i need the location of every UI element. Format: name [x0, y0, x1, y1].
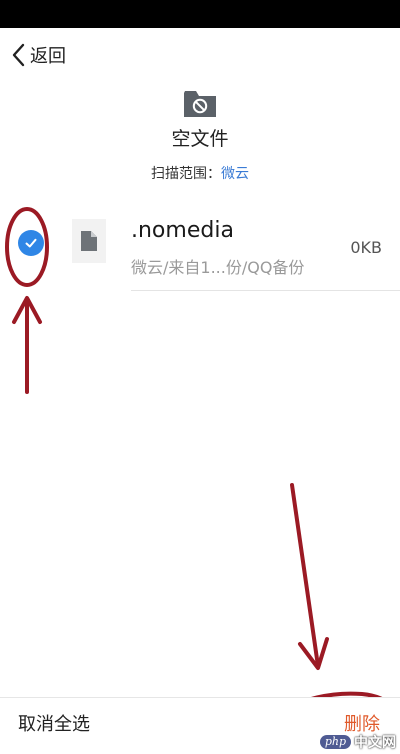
row-divider	[131, 290, 400, 291]
page-title: 空文件	[171, 128, 229, 150]
scan-range: 扫描范围：微云	[0, 163, 400, 183]
delete-button[interactable]: 删除	[344, 710, 380, 736]
annotation-arrow-down	[290, 483, 320, 668]
annotation-arrow-up-head	[12, 296, 42, 324]
file-size: 0KB	[350, 238, 382, 257]
file-name: .nomedia	[131, 218, 234, 243]
file-checkbox[interactable]	[18, 230, 44, 256]
deselect-all-button[interactable]: 取消全选	[18, 710, 90, 736]
chevron-left-icon	[12, 43, 25, 67]
folder-blocked-icon	[184, 91, 216, 117]
file-thumbnail	[72, 219, 106, 263]
file-path: 微云/来自1...份/QQ备份	[131, 258, 305, 277]
file-icon	[81, 231, 97, 251]
nav-bar: 返回	[0, 28, 400, 82]
check-icon	[25, 238, 37, 248]
back-button[interactable]: 返回	[10, 35, 66, 75]
annotation-arrow-down-head	[298, 637, 329, 670]
status-bar	[0, 0, 400, 28]
scan-range-value[interactable]: 微云	[221, 166, 249, 182]
file-row[interactable]: .nomedia 微云/来自1...份/QQ备份 0KB	[0, 205, 400, 291]
back-label: 返回	[30, 46, 66, 67]
scan-range-label: 扫描范围：	[151, 166, 221, 182]
bottom-bar: 取消全选 删除	[0, 697, 400, 754]
